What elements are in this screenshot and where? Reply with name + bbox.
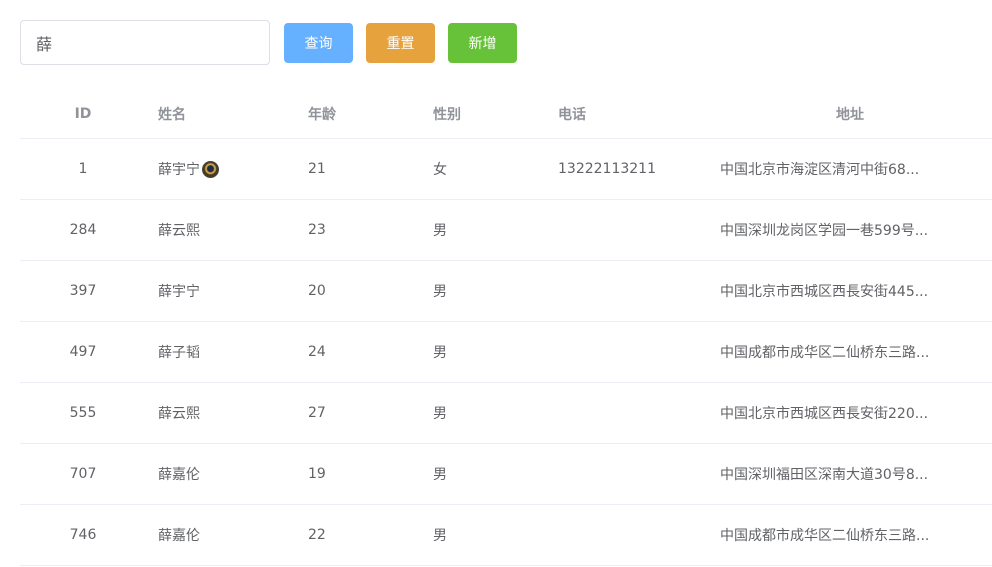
- cell-name-text: 薛宇宁: [158, 284, 200, 300]
- table-row[interactable]: 707 薛嘉伦 19 男 中国深圳福田区深南大道30号8...: [20, 444, 992, 505]
- cell-address: 中国深圳福田区深南大道30号8...: [720, 467, 929, 483]
- cell-address: 中国深圳龙岗区学园一巷599号...: [720, 223, 929, 239]
- cell-name-text: 薛嘉伦: [158, 528, 200, 544]
- cell-name: 薛嘉伦: [146, 525, 296, 545]
- table-row[interactable]: 497 薛子韬 24 男 中国成都市成华区二仙桥东三路...: [20, 322, 992, 383]
- cell-address: 中国北京市西城区西長安街445...: [720, 284, 929, 300]
- cell-gender: 男: [433, 284, 447, 300]
- cell-age: 21: [308, 161, 326, 177]
- header-id: ID: [74, 106, 92, 122]
- cell-gender: 男: [433, 345, 447, 361]
- header-age: 年龄: [308, 107, 336, 123]
- reset-button[interactable]: 重置: [366, 22, 435, 63]
- avatar-icon: [202, 160, 219, 178]
- cell-gender: 男: [433, 528, 447, 544]
- header-address: 地址: [836, 107, 864, 123]
- add-button[interactable]: 新增: [448, 22, 517, 63]
- header-gender: 性别: [433, 107, 461, 123]
- cell-name: 薛宇宁: [146, 159, 296, 179]
- cell-id: 497: [69, 344, 97, 360]
- search-input[interactable]: [20, 20, 270, 65]
- cell-name-text: 薛宇宁: [158, 162, 200, 178]
- cell-id: 397: [69, 283, 97, 299]
- cell-name: 薛嘉伦: [146, 464, 296, 484]
- table-row[interactable]: 1 薛宇宁 21 女 13222113211 中国北京市海淀区清河中街68...: [20, 139, 992, 200]
- cell-address: 中国成都市成华区二仙桥东三路...: [720, 528, 930, 544]
- table-header: ID 姓名 年龄 性别 电话 地址: [20, 90, 992, 139]
- table-body: 1 薛宇宁 21 女 13222113211 中国北京市海淀区清河中街68... 284 薛云…: [20, 139, 992, 566]
- cell-name: 薛宇宁: [146, 281, 296, 301]
- cell-age: 24: [308, 344, 326, 360]
- table-row[interactable]: 555 薛云熙 27 男 中国北京市西城区西長安街220...: [20, 383, 992, 444]
- cell-gender: 男: [433, 467, 447, 483]
- header-phone: 电话: [558, 107, 586, 123]
- cell-age: 19: [308, 466, 326, 482]
- cell-phone: 13222113211: [558, 161, 656, 177]
- cell-age: 27: [308, 405, 326, 421]
- table-row[interactable]: 746 薛嘉伦 22 男 中国成都市成华区二仙桥东三路...: [20, 505, 992, 566]
- cell-id: 707: [69, 466, 97, 482]
- cell-address: 中国北京市西城区西長安街220...: [720, 406, 929, 422]
- user-table: ID 姓名 年龄 性别 电话 地址 1 薛宇宁 21 女 13222113211 中国北京…: [20, 90, 992, 566]
- cell-name: 薛云熙: [146, 403, 296, 423]
- cell-gender: 男: [433, 406, 447, 422]
- cell-name-text: 薛嘉伦: [158, 467, 200, 483]
- cell-id: 284: [69, 222, 97, 238]
- query-button[interactable]: 查询: [284, 22, 353, 63]
- header-name: 姓名: [158, 107, 186, 123]
- toolbar: 查询 重置 新增: [20, 20, 517, 65]
- cell-name-text: 薛云熙: [158, 406, 200, 422]
- table-row[interactable]: 397 薛宇宁 20 男 中国北京市西城区西長安街445...: [20, 261, 992, 322]
- cell-name: 薛子韬: [146, 342, 296, 362]
- cell-address: 中国成都市成华区二仙桥东三路...: [720, 345, 930, 361]
- cell-address: 中国北京市海淀区清河中街68...: [720, 162, 920, 178]
- cell-id: 746: [69, 527, 97, 543]
- cell-name: 薛云熙: [146, 220, 296, 240]
- cell-name-text: 薛云熙: [158, 223, 200, 239]
- cell-gender: 女: [433, 162, 447, 178]
- cell-id: 1: [78, 161, 88, 177]
- cell-id: 555: [69, 405, 97, 421]
- table-row[interactable]: 284 薛云熙 23 男 中国深圳龙岗区学园一巷599号...: [20, 200, 992, 261]
- cell-age: 22: [308, 527, 326, 543]
- cell-age: 23: [308, 222, 326, 238]
- cell-name-text: 薛子韬: [158, 345, 200, 361]
- cell-age: 20: [308, 283, 326, 299]
- cell-gender: 男: [433, 223, 447, 239]
